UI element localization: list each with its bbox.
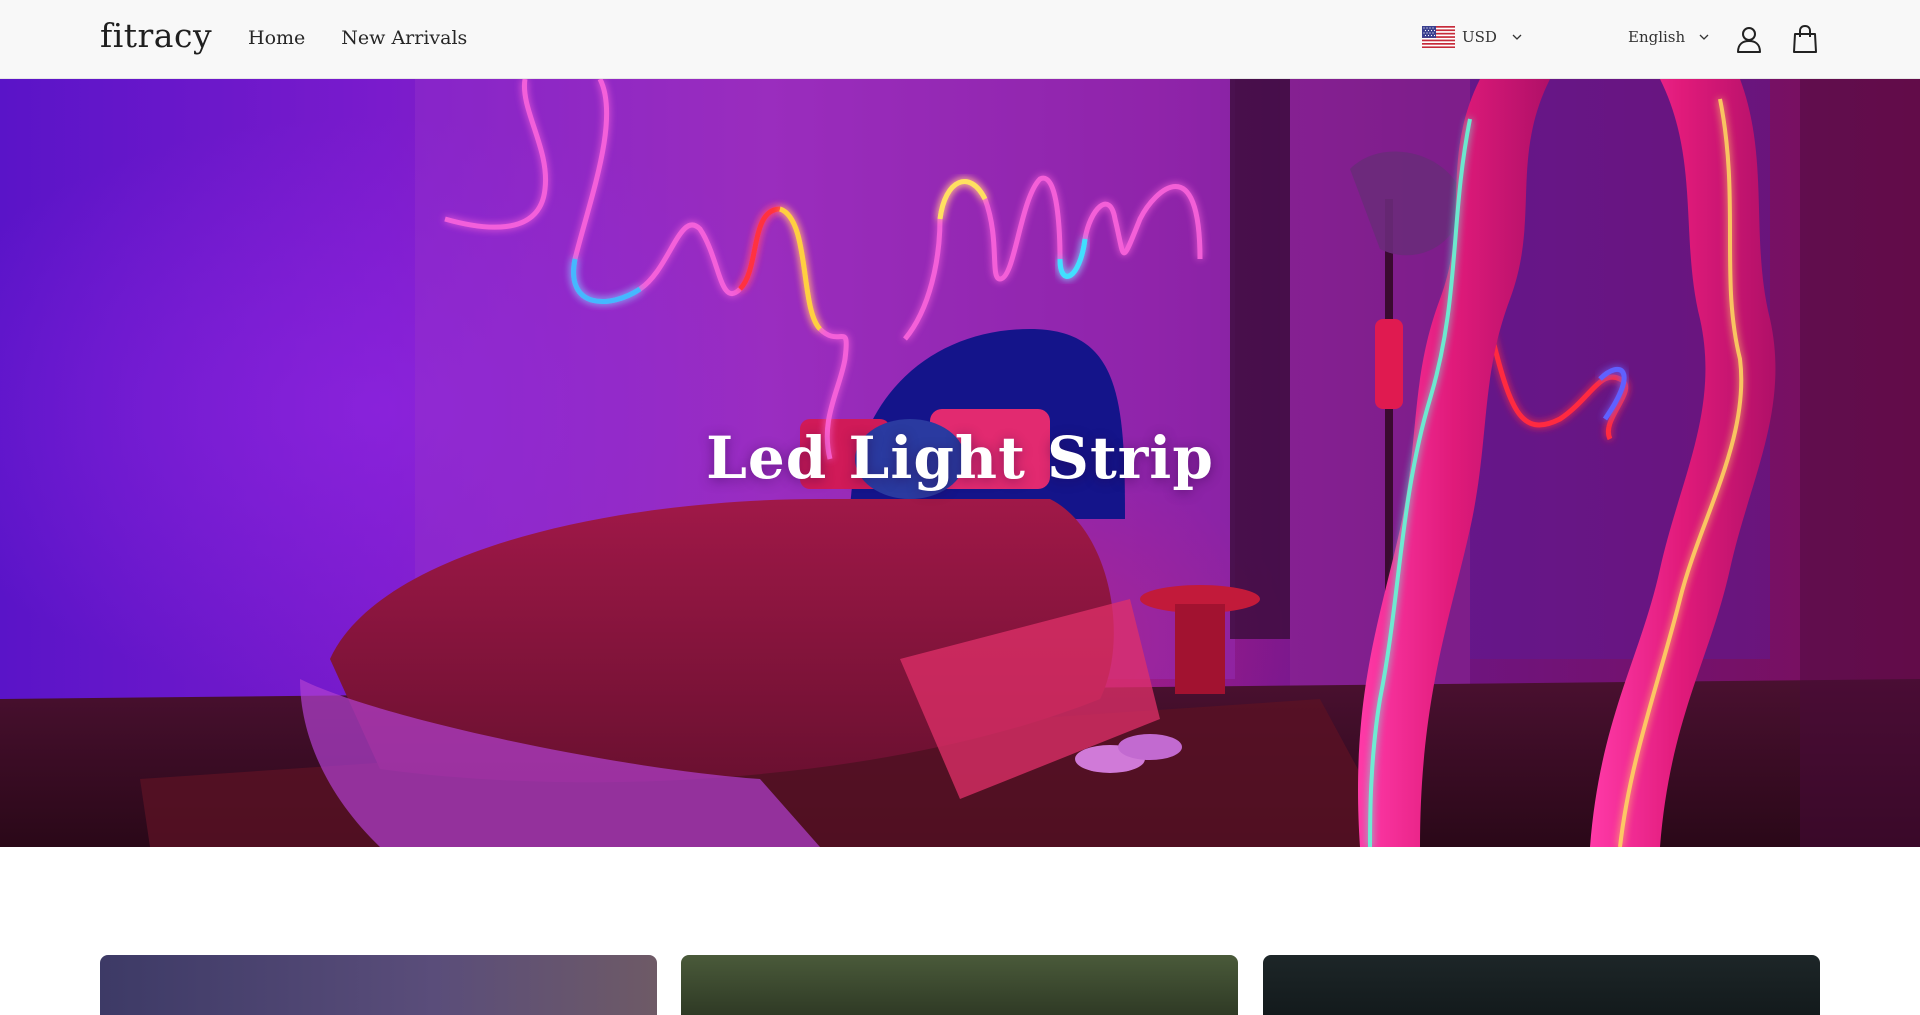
user-icon (1737, 27, 1761, 53)
account-button[interactable] (1735, 25, 1763, 53)
us-flag-icon (1422, 26, 1455, 48)
language-selector[interactable]: English (1628, 28, 1709, 46)
nav-link-home[interactable]: Home (248, 27, 305, 49)
hero-title: Led Light Strip (706, 424, 1214, 492)
site-logo[interactable]: fitracy (100, 16, 212, 55)
currency-code: USD (1462, 28, 1497, 46)
language-label: English (1628, 28, 1686, 46)
collection-tile-3[interactable] (1263, 955, 1820, 1015)
hero-banner[interactable]: Led Light Strip (0, 79, 1920, 847)
collection-tile-2[interactable] (681, 955, 1238, 1015)
chevron-down-icon (1699, 34, 1709, 40)
site-header: fitracy Home New Arrivals USD English (0, 0, 1920, 79)
nav-link-new-arrivals[interactable]: New Arrivals (341, 27, 467, 49)
currency-selector[interactable]: USD (1422, 26, 1522, 48)
collection-tile-1[interactable] (100, 955, 657, 1015)
shopping-bag-icon (1793, 25, 1817, 53)
cart-button[interactable] (1791, 25, 1819, 53)
chevron-down-icon (1512, 34, 1522, 40)
collection-grid (100, 955, 1820, 1015)
main-nav: Home New Arrivals (248, 27, 467, 49)
